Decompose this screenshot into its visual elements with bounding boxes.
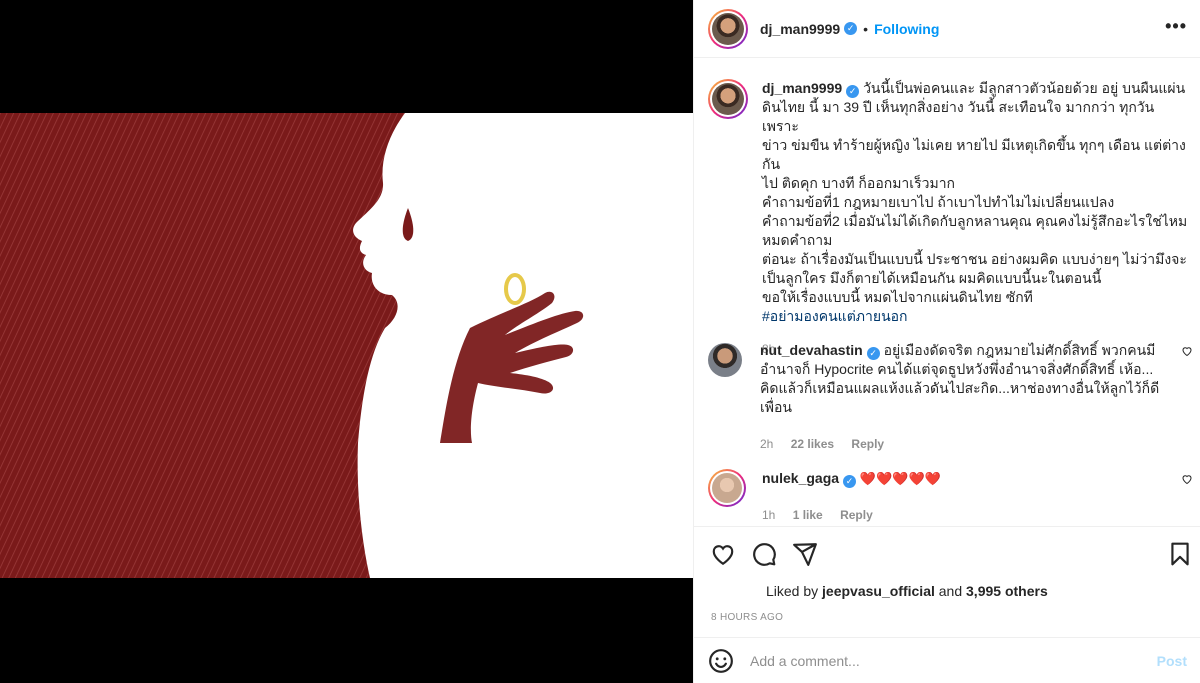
verified-badge-icon: ✓ <box>866 347 880 360</box>
comment-icon[interactable] <box>751 541 777 567</box>
emoji-icon[interactable] <box>708 648 734 674</box>
comment-avatar[interactable] <box>708 469 746 507</box>
comment-avatar[interactable] <box>708 343 742 377</box>
comment-like-heart-icon[interactable] <box>1181 345 1193 357</box>
comment-username[interactable]: nulek_gaga <box>762 470 839 486</box>
bookmark-icon[interactable] <box>1167 541 1193 567</box>
comment-composer: Post <box>694 637 1200 683</box>
heart-icon[interactable] <box>710 541 736 567</box>
caption-body: dj_man9999 ✓ วันนี้เป็นพ่อคนและ มีลูกสาวต… <box>762 79 1188 359</box>
comments-scroll[interactable]: dj_man9999 ✓ วันนี้เป็นพ่อคนและ มีลูกสาวต… <box>694 59 1200 526</box>
comment-item: nulek_gaga ✓ ❤️❤️❤️❤️❤️ 1h 1 like Reply <box>708 469 1193 525</box>
comment-time[interactable]: 2h <box>760 437 773 451</box>
liked-by-user[interactable]: jeepvasu_official <box>822 583 935 599</box>
liked-by-text: Liked by jeepvasu_official and 3,995 oth… <box>766 583 1048 599</box>
liked-by-and: and <box>934 583 967 599</box>
comment-text: ❤️❤️❤️❤️❤️ <box>859 471 941 486</box>
comment-body: nut_devahastin ✓ อยู่เมืองดัดจริต กฎหมายไ… <box>760 341 1165 454</box>
comment-time[interactable]: 1h <box>762 508 775 522</box>
reply-button[interactable]: Reply <box>840 508 873 522</box>
post-media[interactable] <box>0 0 693 683</box>
post-image <box>0 113 693 578</box>
liked-by-others[interactable]: 3,995 others <box>966 583 1048 599</box>
comment-input[interactable] <box>750 652 1157 669</box>
caption-entry: dj_man9999 ✓ วันนี้เป็นพ่อคนและ มีลูกสาวต… <box>708 79 1188 359</box>
verified-badge-icon: ✓ <box>844 22 858 35</box>
comment-body: nulek_gaga ✓ ❤️❤️❤️❤️❤️ 1h 1 like Reply <box>762 469 1167 525</box>
separator-dot: • <box>863 20 869 37</box>
reply-button[interactable]: Reply <box>851 437 884 451</box>
comment-like-heart-icon[interactable] <box>1181 473 1193 485</box>
caption-text: วันนี้เป็นพ่อคนและ มีลูกสาวตัวน้อยด้วย อ… <box>762 80 1188 305</box>
comment-likes[interactable]: 1 like <box>793 508 823 522</box>
liked-by-prefix: Liked by <box>766 583 823 599</box>
action-bar <box>694 526 1200 580</box>
comment-likes[interactable]: 22 likes <box>791 437 834 451</box>
share-icon[interactable] <box>792 541 818 567</box>
post-panel: dj_man9999 ✓ • Following ••• dj_man9999 ✓… <box>693 0 1200 683</box>
verified-badge-icon: ✓ <box>843 475 857 488</box>
comment-username[interactable]: nut_devahastin <box>760 342 863 358</box>
caption-hashtag[interactable]: #อย่ามองคนแต่ภายนอก <box>762 307 1188 326</box>
post-button[interactable]: Post <box>1157 653 1187 669</box>
author-avatar[interactable] <box>708 8 748 49</box>
author-username[interactable]: dj_man9999 <box>760 21 840 37</box>
more-options-icon[interactable]: ••• <box>1165 16 1187 37</box>
post-header: dj_man9999 ✓ • Following ••• <box>694 0 1200 58</box>
comment-item: nut_devahastin ✓ อยู่เมืองดัดจริต กฎหมายไ… <box>708 341 1193 454</box>
caption-avatar[interactable] <box>708 79 748 119</box>
caption-username[interactable]: dj_man9999 <box>762 80 842 96</box>
post-timestamp[interactable]: 8 HOURS AGO <box>711 612 783 623</box>
verified-badge-icon: ✓ <box>846 85 860 98</box>
following-button[interactable]: Following <box>874 21 939 37</box>
